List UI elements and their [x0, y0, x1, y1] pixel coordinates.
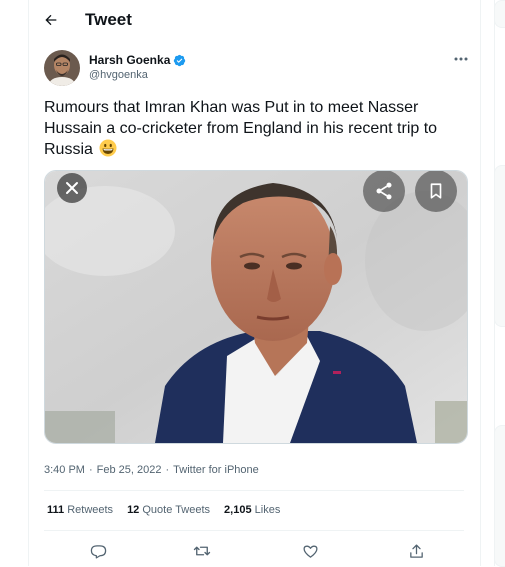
quotes-count: 12: [127, 504, 140, 516]
retweet-icon: [193, 546, 211, 556]
divider: [44, 530, 464, 531]
back-button[interactable]: [39, 8, 63, 32]
page-title: Tweet: [85, 10, 132, 29]
media-share-button[interactable]: [363, 171, 405, 212]
tweet-text: Rumours that Imran Khan was Put in to me…: [44, 97, 474, 160]
retweets-label: Retweets: [67, 504, 114, 516]
tweet-time[interactable]: 3:40 PM: [44, 464, 85, 476]
tweet-actions: [29, 540, 480, 562]
meta-separator: ·: [88, 464, 93, 476]
quotes-stat[interactable]: 12 Quote Tweets: [127, 504, 210, 516]
sidebar-panel: [494, 425, 505, 567]
close-icon: [66, 182, 78, 194]
likes-count: 2,105: [224, 504, 252, 516]
retweets-stat[interactable]: 111 Retweets: [47, 504, 113, 516]
media-bookmark-button[interactable]: [415, 171, 457, 212]
sidebar-panel: [494, 165, 505, 327]
sidebar-panel: [494, 0, 505, 28]
tweet-photo[interactable]: [44, 170, 468, 444]
close-button[interactable]: [57, 173, 87, 203]
author-name[interactable]: Harsh Goenka: [89, 53, 186, 67]
retweet-button[interactable]: [191, 540, 213, 562]
tweet-column: Tweet Harsh Goenka @hvgoenka Rumours tha…: [28, 0, 481, 566]
like-icon: [302, 545, 318, 558]
tweet-date[interactable]: Feb 25, 2022: [97, 464, 162, 476]
like-button[interactable]: [299, 540, 321, 562]
author-name-text: Harsh Goenka: [89, 53, 171, 67]
share-icon: [376, 182, 392, 200]
author-handle[interactable]: @hvgoenka: [89, 69, 148, 81]
verified-badge-icon: [174, 54, 186, 66]
meta-separator: ·: [165, 464, 170, 476]
tweet-stats: 111 Retweets 12 Quote Tweets 2,105 Likes: [47, 504, 280, 516]
quotes-label: Quote Tweets: [142, 504, 211, 516]
likes-label: Likes: [254, 504, 281, 516]
tweet-meta: 3:40 PM · Feb 25, 2022 · Twitter for iPh…: [44, 464, 259, 476]
avatar[interactable]: [44, 50, 80, 86]
likes-stat[interactable]: 2,105 Likes: [224, 504, 280, 516]
reply-icon: [90, 544, 106, 559]
header: Tweet: [29, 0, 480, 40]
more-horizontal-icon: [454, 57, 468, 61]
reply-button[interactable]: [87, 540, 109, 562]
arrow-left-icon: [45, 14, 57, 26]
more-options-button[interactable]: [451, 52, 471, 66]
retweets-count: 111: [47, 504, 65, 516]
divider: [44, 490, 464, 491]
share-button[interactable]: [405, 540, 427, 562]
grinning-face-emoji: [99, 139, 117, 157]
bookmark-icon: [430, 183, 442, 199]
photo-image: [45, 171, 467, 443]
tweet-source[interactable]: Twitter for iPhone: [173, 464, 259, 476]
share-icon: [409, 543, 423, 558]
avatar-image: [44, 50, 80, 86]
